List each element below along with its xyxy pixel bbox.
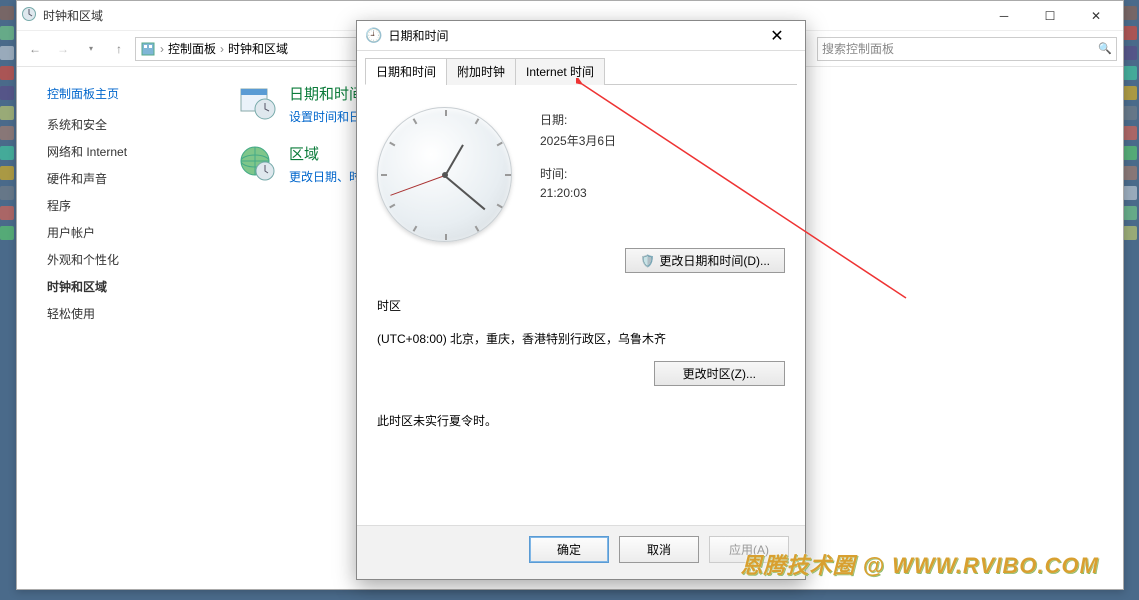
- search-icon: 🔍: [1098, 42, 1112, 55]
- timezone-section-label: 时区: [377, 297, 785, 314]
- datetime-dialog: 🕘 日期和时间 ✕ 日期和时间 附加时钟 Internet 时间 日期: 202…: [356, 20, 806, 580]
- time-value: 21:20:03: [540, 186, 616, 200]
- dst-note: 此时区未实行夏令时。: [377, 412, 785, 429]
- breadcrumb-sep: ›: [220, 42, 224, 56]
- tabs: 日期和时间 附加时钟 Internet 时间: [365, 57, 797, 85]
- window-title: 时钟和区域: [43, 7, 103, 24]
- breadcrumb-sep: ›: [160, 42, 164, 56]
- sidebar-item-appearance[interactable]: 外观和个性化: [47, 251, 207, 268]
- close-button[interactable]: ✕: [1073, 1, 1119, 31]
- change-timezone-button[interactable]: 更改时区(Z)...: [654, 361, 785, 386]
- dialog-button-row: 确定 取消 应用(A): [357, 525, 805, 579]
- datetime-readout: 日期: 2025年3月6日 时间: 21:20:03: [540, 107, 616, 242]
- timezone-value: (UTC+08:00) 北京，重庆，香港特别行政区，乌鲁木齐: [377, 330, 785, 347]
- tab-panel-datetime: 日期: 2025年3月6日 时间: 21:20:03 🛡️ 更改日期和时间(D).…: [357, 85, 805, 525]
- sidebar: 控制面板主页 系统和安全 网络和 Internet 硬件和声音 程序 用户帐户 …: [17, 67, 217, 589]
- tab-additional-clocks[interactable]: 附加时钟: [446, 58, 516, 85]
- sidebar-header[interactable]: 控制面板主页: [47, 85, 207, 102]
- minimize-button[interactable]: ─: [981, 1, 1027, 31]
- back-button[interactable]: ←: [23, 37, 47, 61]
- control-panel-icon: [140, 41, 156, 57]
- maximize-button[interactable]: ☐: [1027, 1, 1073, 31]
- date-value: 2025年3月6日: [540, 132, 616, 149]
- dialog-titlebar[interactable]: 🕘 日期和时间 ✕: [357, 21, 805, 51]
- shield-icon: 🛡️: [640, 254, 655, 268]
- desktop-right-strip: [1123, 0, 1139, 600]
- sidebar-item-user-accounts[interactable]: 用户帐户: [47, 224, 207, 241]
- sidebar-item-programs[interactable]: 程序: [47, 197, 207, 214]
- button-label: 更改时区(Z)...: [683, 367, 756, 381]
- sidebar-item-ease-of-access[interactable]: 轻松使用: [47, 305, 207, 322]
- search-placeholder: 搜索控制面板: [822, 40, 894, 57]
- history-dropdown[interactable]: ▾: [79, 37, 103, 61]
- up-button[interactable]: ↑: [107, 37, 131, 61]
- analog-clock: [377, 107, 512, 242]
- cancel-button[interactable]: 取消: [619, 536, 699, 563]
- time-label: 时间:: [540, 165, 616, 182]
- clock-icon: 🕘: [365, 27, 382, 44]
- search-input[interactable]: 搜索控制面板 🔍: [817, 37, 1117, 61]
- dialog-close-button[interactable]: ✕: [757, 22, 797, 50]
- watermark: 恩腾技术圈 @ WWW.RVIBO.COM: [740, 548, 1099, 580]
- breadcrumb-current[interactable]: 时钟和区域: [228, 40, 288, 57]
- button-label: 更改日期和时间(D)...: [659, 254, 770, 268]
- dialog-title: 日期和时间: [388, 27, 448, 44]
- tab-internet-time[interactable]: Internet 时间: [515, 58, 605, 85]
- sidebar-item-system-security[interactable]: 系统和安全: [47, 116, 207, 133]
- change-datetime-button[interactable]: 🛡️ 更改日期和时间(D)...: [625, 248, 785, 273]
- breadcrumb-root[interactable]: 控制面板: [168, 40, 216, 57]
- desktop-left-strip: [0, 0, 16, 600]
- sidebar-item-network-internet[interactable]: 网络和 Internet: [47, 143, 207, 160]
- date-label: 日期:: [540, 111, 616, 128]
- ok-button[interactable]: 确定: [529, 536, 609, 563]
- globe-clock-icon: [237, 143, 277, 183]
- sidebar-item-hardware-sound[interactable]: 硬件和声音: [47, 170, 207, 187]
- tab-datetime[interactable]: 日期和时间: [365, 58, 447, 85]
- forward-button[interactable]: →: [51, 37, 75, 61]
- calendar-clock-icon: [237, 83, 277, 123]
- clock-app-icon: [21, 6, 37, 25]
- sidebar-item-clock-region[interactable]: 时钟和区域: [47, 278, 207, 295]
